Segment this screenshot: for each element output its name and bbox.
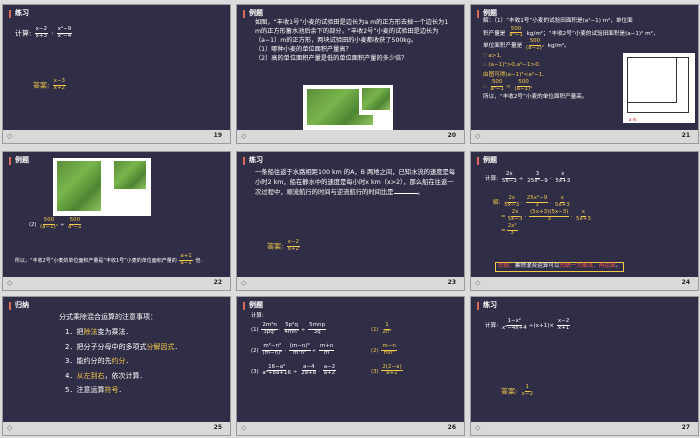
problem-text: 一条船往返于水路相距100 km 的A，B 两地之间，已知水流的速度是每小时2 …: [255, 169, 456, 197]
slide-27[interactable]: 练习 计算: 1−x² x²−4x+4 ÷(x+1)× x−2 x+1 答案: 1 x−…: [470, 296, 699, 436]
slide-title: 练习: [243, 156, 263, 165]
answer: 答案: 1 x−2: [501, 384, 533, 397]
question-1: （1）哪种小麦的单位面积产量高？: [255, 45, 352, 53]
list-item: 1．把除法变为乘法．: [65, 328, 133, 337]
page-number-bar: ◇ 25: [3, 422, 230, 435]
wheat-field-image: [113, 160, 147, 190]
page-number-bar: ◇ 26: [237, 422, 464, 435]
slide-25[interactable]: 归纳 分式乘除混合运算的注意事项： 1．把除法变为乘法． 2．把分子分母中的多项…: [2, 296, 231, 436]
question-2: （2）高的单位面积产量是低的单位面积产量的多少倍？: [255, 54, 408, 62]
page-number-bar: ◇ 20: [237, 130, 464, 143]
problem-3: (3) 16−a² a²+8a+16 ÷ a−4 2a+8 · a−2 a+2 (3) 2…: [251, 363, 403, 377]
slide-23[interactable]: 练习 一条船往返于水路相距100 km 的A，B 两地之间，已知水流的速度是每小…: [236, 151, 465, 291]
answer: 答案: x−2 x+2: [267, 239, 300, 252]
wheat-field-image: [56, 160, 102, 212]
square-diagram: a m: [623, 53, 695, 123]
slide-24[interactable]: 例题 计算: 2x 5x−3 ÷ 3 25x²−9 · x 5x+3 解: 2x 5x−3 ·…: [470, 151, 699, 291]
list-item: 4．从左到右，依次计算．: [65, 371, 147, 380]
slide-19[interactable]: 练习 计算: x−2 x+3 · x²−9 x²−4 答案: x−3 x+2 ◇ 19: [2, 4, 231, 144]
fraction: x−2 x+3: [34, 26, 48, 39]
page-number-bar: ◇ 19: [3, 130, 230, 143]
page-number-bar: ◇ 22: [3, 277, 230, 290]
answer: 答案: x−3 x+2: [33, 78, 66, 91]
figure-2: [359, 85, 393, 115]
slide-title: 归纳: [9, 301, 29, 310]
slide-title: 练习: [9, 9, 29, 18]
problem-1: (1) 2m²n 3pq² · 5p²q 4mn² ÷ 5mnp 3q (1) 1 2n²: [251, 322, 392, 336]
list-item: 5．注意运算符号．: [65, 386, 126, 395]
solution: 解: 2x 5x−3 · 25x²−9 3 · x 5x+3 = 2x 5x−3 · (5x+3…: [493, 195, 591, 237]
slide-title: 例题: [243, 301, 263, 310]
notes-list: 1．把除法变为乘法． 2．把分子分母中的多项式分解因式． 3．能约分的先约分． …: [59, 328, 222, 395]
slide-title: 例题: [243, 9, 263, 18]
page-number-bar: ◇ 23: [237, 277, 464, 290]
problem-text: 如图，“丰收1号”小麦的试验田是边长为a m的正方形去掉一个边长为1 m的正方形…: [255, 19, 449, 44]
slide-26[interactable]: 例题 计算: (1) 2m²n 3pq² · 5p²q 4mn² ÷ 5mnp 3q (1…: [236, 296, 465, 436]
slide-20[interactable]: 例题 如图，“丰收1号”小麦的试验田是边长为a m的正方形去掉一个边长为1 m的…: [236, 4, 465, 144]
solution-line: 积产量是 500 a²−1 kg/m²；“丰收2号”小麦的试验田面积是(a−1)²…: [483, 25, 659, 39]
slide-title: 例题: [477, 156, 497, 165]
page-number-bar: ◇ 24: [471, 277, 698, 290]
page-number-bar: ◇ 21: [471, 130, 698, 143]
page-number-bar: ◇ 27: [471, 422, 698, 435]
slide-title: 例题: [9, 156, 29, 165]
slide-22[interactable]: 例题 (2) 500 (a−1)² ÷ 500 a²−1 所以，“丰收2号”小麦的单位…: [2, 151, 231, 291]
calc-label: 计算:: [15, 29, 32, 38]
fraction: x²−9 x²−4: [56, 26, 73, 39]
heading: 分式乘除混合运算的注意事项：: [59, 313, 157, 321]
slide-21[interactable]: 例题 解：（1）“丰收1号”小麦的试验田面积是(a²−1) m²，单位面 积产量…: [470, 4, 699, 144]
slide-title: 练习: [477, 301, 497, 310]
list-item: 2．把分子分母中的多项式分解因式．: [65, 342, 182, 351]
solution-line: 单位面积产量是 500 (a−1)² kg/m²。: [483, 38, 570, 51]
figure-panel: [53, 158, 151, 216]
problem-2: (2) m²−n² (m−n)² · (m−n)² m²n² ÷ m+n m (2) m−…: [251, 343, 397, 356]
summary: 总结：乘除混合运算可以先统一为乘法，再运算。: [495, 262, 690, 272]
conclusion: 所以，“丰收2号”小麦的单位面积产量是“丰收1号”小麦的单位面积产量的: [15, 257, 177, 264]
slide-thumb-icon: ◇: [7, 131, 13, 140]
wheat-field-image: [361, 87, 391, 111]
list-item: 3．能约分的先约分．: [65, 357, 133, 366]
